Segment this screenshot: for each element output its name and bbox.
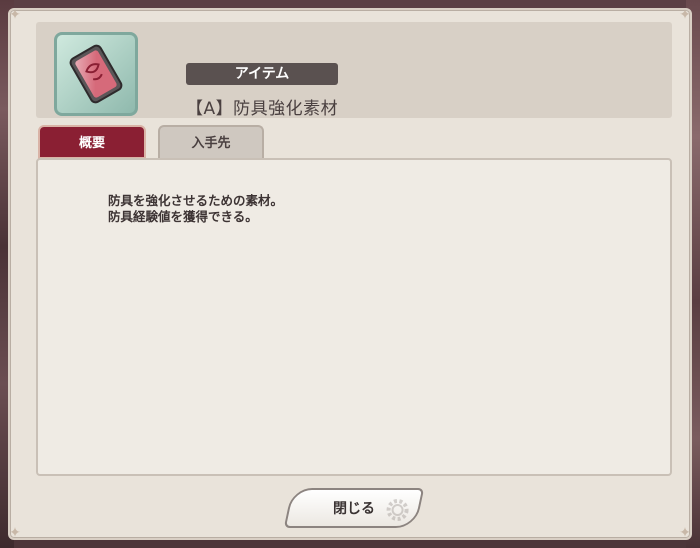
tab-source-label: 入手先: [191, 136, 231, 151]
corner-ornament-icon: ✦: [9, 7, 21, 23]
item-type-badge: アイテム: [186, 63, 338, 85]
item-icon-frame: [54, 32, 138, 116]
item-name: 【A】防具強化素材: [186, 99, 339, 119]
tab-source[interactable]: 入手先: [158, 125, 264, 159]
description-panel: 防具を強化させるための素材。 防具経験値を獲得できる。: [36, 158, 672, 476]
corner-ornament-icon: ✦: [679, 7, 691, 23]
corner-ornament-icon: ✦: [679, 525, 691, 541]
armor-enhancement-material-icon: [69, 44, 123, 104]
corner-ornament-icon: ✦: [9, 525, 21, 541]
gear-icon: [386, 499, 409, 521]
close-button[interactable]: 閉じる: [283, 488, 425, 528]
close-button-label: 閉じる: [333, 501, 375, 517]
item-detail-dialog: ✦ ✦ ✦ ✦ アイテム 【A】防具強化素材 概要 入手先 防具を強化させるため…: [8, 8, 692, 540]
description-line: 防具経験値を獲得できる。: [108, 209, 258, 224]
item-header: アイテム 【A】防具強化素材: [36, 22, 672, 119]
tab-overview-label: 概要: [78, 136, 105, 151]
tab-overview[interactable]: 概要: [38, 125, 146, 166]
